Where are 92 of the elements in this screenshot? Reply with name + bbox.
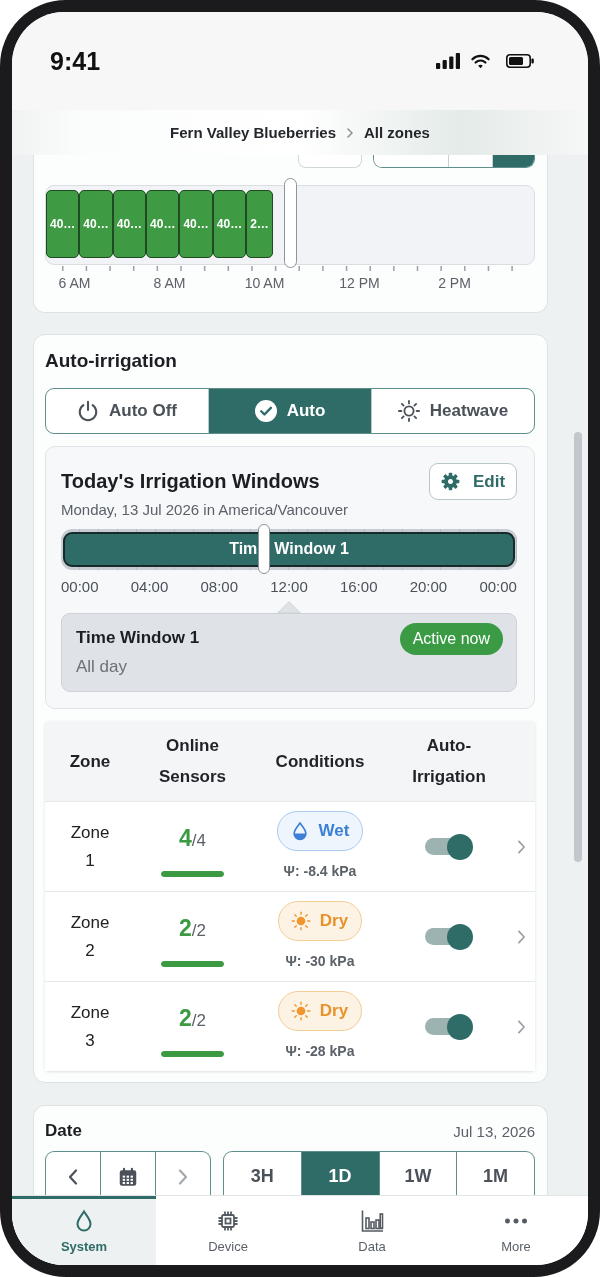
axis-label: 04:00 bbox=[130, 578, 169, 596]
tab-item[interactable]: Data bbox=[300, 1196, 444, 1265]
condition-label: Dry bbox=[319, 911, 349, 931]
event-block: 40… bbox=[146, 190, 180, 258]
axis-label: 20:00 bbox=[409, 578, 448, 596]
segmented-control[interactable] bbox=[373, 155, 535, 168]
water-potential-reading: Ψ: -28 kPa bbox=[285, 1042, 355, 1060]
axis-label: 12:00 bbox=[270, 578, 308, 596]
chevron-right-icon bbox=[178, 1168, 188, 1185]
chevron-left-icon bbox=[68, 1168, 78, 1185]
check-circle-icon bbox=[254, 400, 277, 422]
wifi-icon bbox=[471, 53, 490, 69]
date-subtitle: Monday, 13 Jul 2026 in America/Vancouver bbox=[61, 501, 350, 519]
gear-icon bbox=[440, 472, 460, 491]
window-title: Time Window 1 bbox=[76, 627, 200, 649]
status-time: 9:41 bbox=[50, 46, 101, 76]
clipped-button[interactable] bbox=[298, 155, 362, 168]
chevron-right-icon bbox=[517, 839, 526, 854]
column-header: Online Sensors bbox=[158, 735, 227, 788]
bar-chart-icon bbox=[360, 1209, 384, 1233]
time-cursor-handle[interactable] bbox=[258, 524, 271, 574]
axis-label: 6 AM bbox=[58, 275, 91, 291]
chevron-right-icon bbox=[347, 127, 354, 138]
tab-item[interactable]: More bbox=[444, 1196, 588, 1265]
current-date: Jul 13, 2026 bbox=[453, 1122, 535, 1140]
axis-label: 10 AM bbox=[244, 275, 285, 291]
table-row[interactable]: Zone 3 2/2 Dry Ψ: -28 kPa bbox=[45, 981, 535, 1071]
chip-icon bbox=[216, 1209, 240, 1233]
column-header: Conditions bbox=[275, 750, 365, 773]
condition-label: Wet bbox=[318, 821, 350, 841]
axis-label: 12 PM bbox=[339, 275, 380, 291]
mode-segment[interactable]: Heatwave bbox=[371, 389, 534, 433]
sensor-progress-bar bbox=[161, 1051, 224, 1057]
axis-label: 2 PM bbox=[438, 275, 471, 291]
axis-label: 08:00 bbox=[200, 578, 238, 596]
zone-name: Zone 3 bbox=[70, 1001, 110, 1052]
sensor-count: 4/4 bbox=[179, 824, 206, 853]
status-badge: Active now bbox=[399, 623, 503, 655]
mode-segment[interactable]: Auto bbox=[208, 389, 371, 433]
chevron-right-icon bbox=[517, 1019, 526, 1034]
water-potential-reading: Ψ: -8.4 kPa bbox=[283, 862, 357, 880]
edit-button[interactable]: Edit bbox=[429, 463, 517, 500]
water-potential-reading: Ψ: -30 kPa bbox=[285, 952, 355, 970]
battery-icon bbox=[506, 54, 534, 68]
sun-icon bbox=[290, 1001, 311, 1021]
event-block: 2… bbox=[246, 190, 273, 258]
event-block: 40… bbox=[112, 190, 147, 258]
window-label: Window 1 bbox=[274, 540, 349, 558]
calendar-icon bbox=[117, 1165, 139, 1188]
sun-icon bbox=[397, 400, 420, 422]
breadcrumb-link[interactable]: Fern Valley Blueberries bbox=[170, 124, 337, 141]
breadcrumb-current: All zones bbox=[364, 124, 430, 141]
segment-tab[interactable] bbox=[492, 155, 534, 167]
sun-icon bbox=[290, 911, 311, 931]
mode-segment[interactable]: Auto Off bbox=[46, 389, 208, 433]
event-block: 40… bbox=[179, 190, 213, 258]
signal-icon bbox=[436, 53, 460, 69]
event-block: 40… bbox=[46, 190, 80, 258]
chevron-right-icon bbox=[517, 929, 526, 944]
toggle-switch[interactable] bbox=[425, 1013, 473, 1040]
zone-name: Zone 1 bbox=[70, 821, 110, 872]
sensor-count: 2/2 bbox=[179, 1004, 206, 1033]
window-label: Tim bbox=[229, 540, 258, 558]
range-tab[interactable]: 3H bbox=[224, 1152, 301, 1195]
axis-label: 8 AM bbox=[153, 275, 186, 291]
column-header: Auto-Irrigation bbox=[412, 735, 486, 788]
column-header: Zone bbox=[69, 750, 111, 773]
tab-item[interactable]: Device bbox=[156, 1196, 300, 1265]
scrollbar-thumb[interactable] bbox=[574, 432, 582, 862]
sensor-progress-bar bbox=[161, 871, 224, 877]
range-tab[interactable]: 1D bbox=[300, 1152, 379, 1195]
event-block: 40… bbox=[79, 190, 113, 258]
power-icon bbox=[77, 400, 99, 422]
section-title: Auto-irrigation bbox=[45, 349, 178, 373]
table-row[interactable]: Zone 2 2/2 Dry Ψ: -30 kPa bbox=[45, 891, 535, 981]
table-row[interactable]: Zone 1 4/4 Wet Ψ: -8.4 kPa bbox=[45, 801, 535, 891]
tab-item[interactable]: System bbox=[12, 1196, 156, 1265]
time-cursor-handle[interactable] bbox=[283, 178, 297, 268]
sensor-progress-bar bbox=[161, 961, 224, 967]
window-detail: All day bbox=[76, 656, 128, 678]
card-title: Today's Irrigation Windows bbox=[61, 470, 320, 493]
condition-label: Dry bbox=[319, 1001, 349, 1021]
axis-label: 00:00 bbox=[479, 578, 517, 596]
sensor-count: 2/2 bbox=[179, 914, 206, 943]
zone-name: Zone 2 bbox=[70, 911, 110, 962]
axis-label: 00:00 bbox=[61, 578, 99, 596]
more-icon bbox=[504, 1218, 528, 1224]
toggle-switch[interactable] bbox=[425, 923, 473, 950]
event-block: 40… bbox=[212, 190, 247, 258]
axis-label: 16:00 bbox=[339, 578, 378, 596]
section-title: Date bbox=[45, 1121, 82, 1141]
toggle-switch[interactable] bbox=[425, 833, 473, 860]
